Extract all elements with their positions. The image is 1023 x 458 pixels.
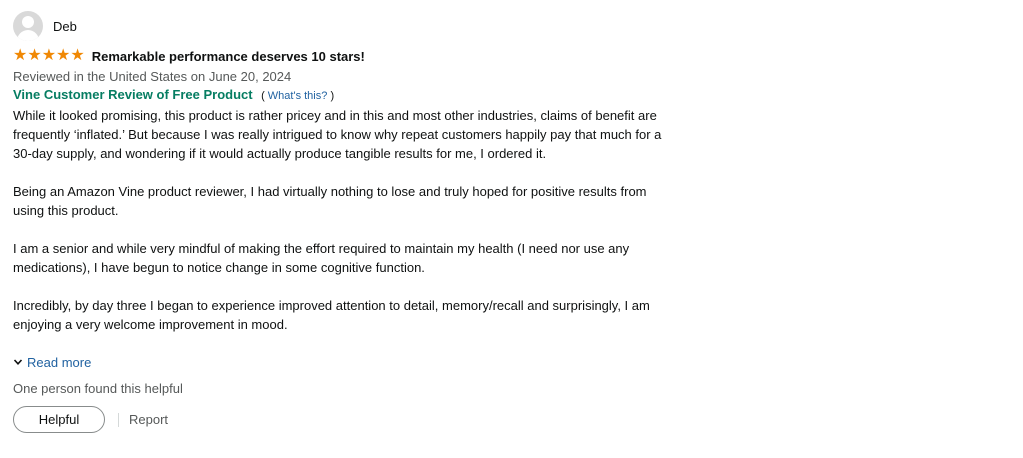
review-body: While it looked promising, this product …	[13, 106, 663, 334]
paren-close: )	[330, 90, 335, 102]
review-title-row: ★ ★ ★ ★ ★ Remarkable performance deserve…	[13, 47, 663, 65]
vine-badge: Vine Customer Review of Free Product	[13, 87, 253, 102]
review-card: Deb ★ ★ ★ ★ ★ Remarkable performance des…	[13, 10, 663, 433]
read-more-label: Read more	[27, 354, 92, 370]
helpful-button[interactable]: Helpful	[13, 406, 105, 433]
helpful-count: One person found this helpful	[13, 381, 183, 396]
review-actions: Helpful Report	[13, 406, 663, 433]
star-icon: ★	[13, 47, 28, 64]
read-more-link[interactable]: Read more	[13, 353, 663, 371]
review-paragraph: I am a senior and while very mindful of …	[13, 241, 630, 275]
star-icon: ★	[27, 47, 42, 64]
reviewer-profile[interactable]: Deb	[13, 10, 663, 42]
avatar[interactable]	[13, 11, 43, 41]
reviewer-name[interactable]: Deb	[53, 19, 77, 34]
paren-open: (	[261, 90, 265, 102]
chevron-down-icon	[13, 359, 23, 365]
avatar-body-shape	[17, 30, 39, 41]
star-icon: ★	[70, 47, 85, 64]
divider	[118, 412, 119, 427]
whats-this-wrapper: ( What's this? )	[261, 90, 334, 102]
review-date: Reviewed in the United States on June 20…	[13, 69, 292, 84]
star-icon: ★	[56, 47, 71, 64]
whats-this-link[interactable]: What's this?	[268, 90, 328, 102]
review-paragraph: While it looked promising, this product …	[13, 108, 662, 161]
vine-badge-row: Vine Customer Review of Free Product ( W…	[13, 86, 663, 104]
star-rating[interactable]: ★ ★ ★ ★ ★	[13, 48, 85, 64]
review-paragraph: Incredibly, by day three I began to expe…	[13, 298, 650, 332]
star-icon: ★	[41, 47, 57, 64]
avatar-head-shape	[22, 16, 34, 28]
review-paragraph: Being an Amazon Vine product reviewer, I…	[13, 184, 647, 218]
report-link[interactable]: Report	[129, 412, 168, 427]
review-title[interactable]: Remarkable performance deserves 10 stars…	[92, 49, 365, 64]
